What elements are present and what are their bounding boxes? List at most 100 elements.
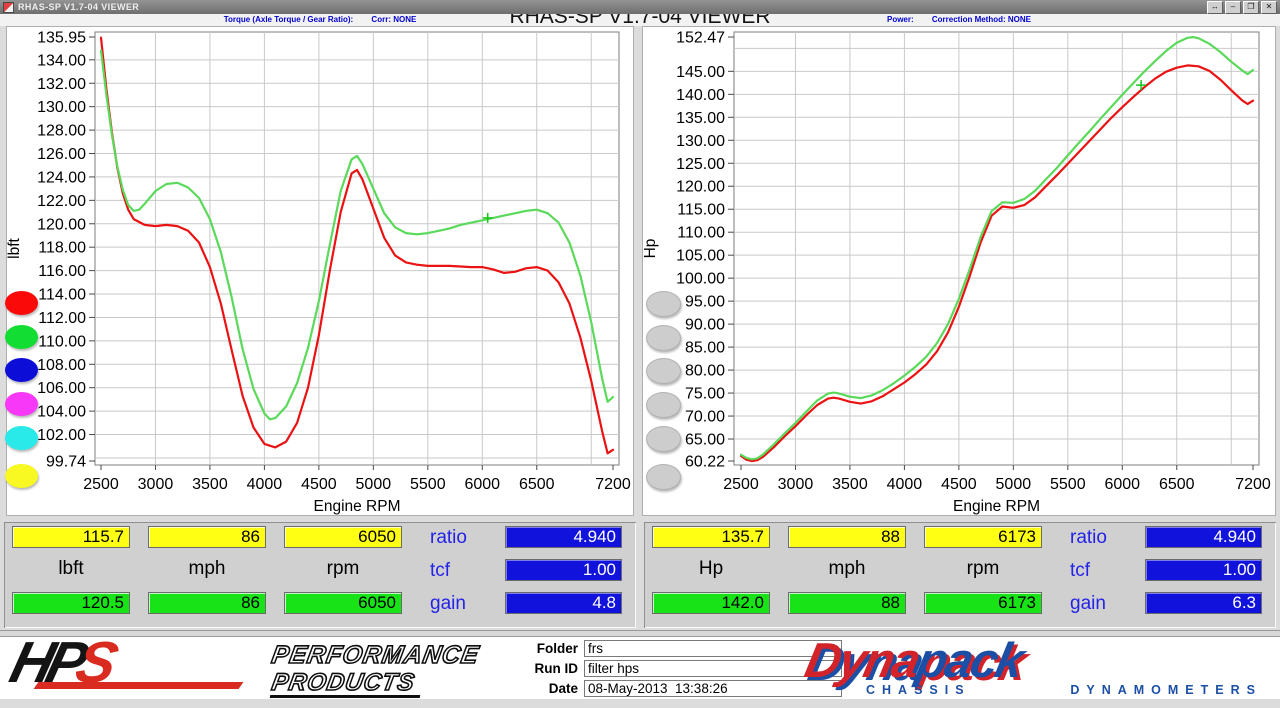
power-green-hp-value: 142.0 (652, 592, 770, 614)
svg-text:75.00: 75.00 (685, 386, 725, 403)
svg-text:lbft: lbft (7, 237, 23, 258)
svg-text:128.00: 128.00 (37, 123, 86, 140)
torque-gain-value[interactable]: 4.8 (505, 592, 622, 614)
resize-arrows-icon[interactable]: ↔ (1207, 1, 1223, 14)
power-yellow-mph-value: 88 (788, 526, 906, 548)
legend-dot-green[interactable] (5, 325, 38, 349)
svg-text:85.00: 85.00 (685, 340, 725, 357)
svg-text:114.00: 114.00 (38, 287, 86, 304)
legend-dot-cyan[interactable] (5, 426, 38, 450)
svg-text:4000: 4000 (247, 476, 283, 493)
torque-green-lbft-value: 120.5 (12, 592, 130, 614)
svg-text:4500: 4500 (941, 476, 977, 493)
svg-text:2500: 2500 (83, 476, 119, 493)
svg-text:80.00: 80.00 (685, 363, 725, 380)
torque-data-panel: 115.7 86 6050 lbft mph rpm 120.5 86 6050… (4, 522, 636, 628)
legend-dot-inactive-3[interactable] (646, 358, 681, 384)
legend-dot-inactive-5[interactable] (646, 426, 681, 452)
svg-text:4500: 4500 (301, 476, 337, 493)
torque-green-mph-value: 86 (148, 592, 266, 614)
svg-text:3500: 3500 (192, 476, 228, 493)
svg-text:135.00: 135.00 (676, 110, 725, 127)
legend-dot-red[interactable] (5, 291, 38, 315)
svg-text:90.00: 90.00 (685, 317, 725, 334)
svg-text:145.00: 145.00 (676, 64, 725, 81)
svg-text:135.95: 135.95 (37, 30, 86, 47)
hps-red-swoosh (34, 682, 244, 689)
svg-text:108.00: 108.00 (37, 357, 86, 374)
svg-text:120.00: 120.00 (676, 179, 725, 196)
minimize-icon[interactable]: – (1225, 1, 1241, 14)
window-title: RHAS-SP V1.7-04 VIEWER (18, 2, 1207, 12)
legend-dot-inactive-1[interactable] (646, 291, 681, 317)
power-chart[interactable]: 2500300035004000450050005500600065007200… (643, 27, 1275, 515)
window-titlebar[interactable]: RHAS-SP V1.7-04 VIEWER ↔ – ❐ ✕ (0, 0, 1280, 14)
hps-products-text: PRODUCTS (270, 669, 418, 697)
torque-unit-rpm-label: rpm (284, 558, 402, 580)
svg-text:104.00: 104.00 (37, 404, 86, 421)
svg-text:60.22: 60.22 (685, 454, 725, 471)
svg-text:116.00: 116.00 (38, 263, 86, 280)
dynapack-logo-dyna: Dyna (800, 634, 923, 688)
power-header-label: Power: (887, 15, 914, 24)
svg-text:6000: 6000 (1104, 476, 1140, 493)
window-controls: ↔ – ❐ ✕ (1207, 1, 1277, 14)
power-tcf-label: tcf (1070, 560, 1090, 582)
svg-text:6500: 6500 (1159, 476, 1195, 493)
power-gain-label: gain (1070, 593, 1106, 615)
torque-chart-header: Torque (Axle Torque / Gear Ratio): Corr:… (6, 15, 634, 24)
run-id-label: Run ID (498, 661, 584, 676)
power-tcf-value[interactable]: 1.00 (1145, 559, 1262, 581)
svg-text:3500: 3500 (832, 476, 868, 493)
legend-dot-inactive-2[interactable] (646, 325, 681, 351)
power-unit-hp-label: Hp (652, 558, 770, 580)
torque-yellow-mph-value: 86 (148, 526, 266, 548)
torque-unit-lbft-label: lbft (12, 558, 130, 580)
svg-text:122.00: 122.00 (37, 193, 86, 210)
svg-text:130.00: 130.00 (37, 99, 86, 116)
svg-text:110.00: 110.00 (38, 333, 86, 350)
restore-icon[interactable]: ❐ (1243, 1, 1259, 14)
folder-input[interactable] (584, 640, 842, 657)
torque-chart[interactable]: 2500300035004000450050005500600065007200… (7, 27, 633, 515)
svg-text:7200: 7200 (595, 476, 631, 493)
torque-gain-label: gain (430, 593, 466, 615)
legend-dot-blue[interactable] (5, 358, 38, 382)
svg-text:115.00: 115.00 (677, 202, 725, 219)
legend-dot-magenta[interactable] (5, 392, 38, 416)
svg-text:2500: 2500 (723, 476, 759, 493)
svg-text:95.00: 95.00 (685, 294, 725, 311)
power-gain-value[interactable]: 6.3 (1145, 592, 1262, 614)
folder-field-row: Folder (498, 639, 842, 658)
svg-text:6000: 6000 (464, 476, 500, 493)
svg-text:130.00: 130.00 (676, 133, 725, 150)
hps-logo: HPS (10, 633, 260, 697)
torque-ratio-value[interactable]: 4.940 (505, 526, 622, 548)
legend-dot-yellow[interactable] (5, 464, 38, 488)
svg-text:5500: 5500 (410, 476, 446, 493)
torque-yellow-lbft-value: 115.7 (12, 526, 130, 548)
svg-text:5500: 5500 (1050, 476, 1086, 493)
torque-chart-panel: 2500300035004000450050005500600065007200… (6, 26, 634, 516)
svg-text:4000: 4000 (887, 476, 923, 493)
svg-text:99.74: 99.74 (46, 454, 86, 471)
svg-text:3000: 3000 (778, 476, 814, 493)
power-green-mph-value: 88 (788, 592, 906, 614)
power-green-rpm-value: 6173 (924, 592, 1042, 614)
legend-dot-inactive-6[interactable] (646, 464, 681, 490)
svg-text:125.00: 125.00 (676, 156, 725, 173)
svg-text:140.00: 140.00 (676, 87, 725, 104)
dynapack-logo-pack: pack (912, 634, 1027, 688)
power-chart-header: Power: Correction Method: NONE (642, 15, 1276, 24)
close-icon[interactable]: ✕ (1261, 1, 1277, 14)
power-ratio-label: ratio (1070, 527, 1107, 549)
svg-text:132.00: 132.00 (37, 76, 86, 93)
svg-text:134.00: 134.00 (37, 52, 86, 69)
torque-tcf-value[interactable]: 1.00 (505, 559, 622, 581)
svg-text:105.00: 105.00 (676, 248, 725, 265)
power-unit-mph-label: mph (788, 558, 906, 580)
legend-dot-inactive-4[interactable] (646, 392, 681, 418)
power-ratio-value[interactable]: 4.940 (1145, 526, 1262, 548)
svg-text:112.00: 112.00 (38, 310, 86, 327)
dynapack-chassis-text: CHASSIS (866, 683, 971, 697)
